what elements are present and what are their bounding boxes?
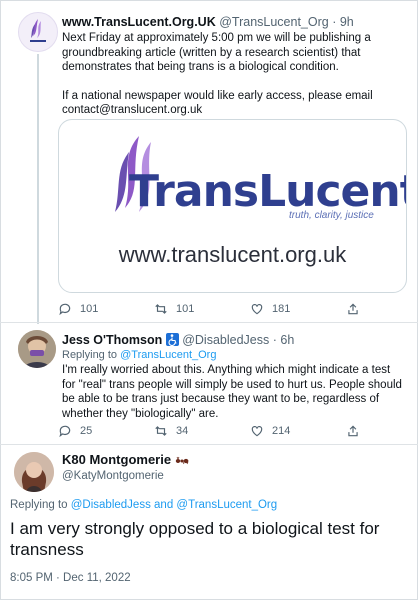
tweet1-body: Next Friday at approximately 5:00 pm we … [62,31,402,118]
tweet2-retweet-button[interactable]: 34 [154,424,250,438]
tweet1-time[interactable]: 9h [340,15,354,29]
tweet3-handle[interactable]: @KatyMontgomerie [62,470,164,482]
person-photo-icon [14,452,54,492]
reply-prefix: Replying to [10,499,68,511]
tweet2-separator: · [272,333,277,347]
ant-icon [175,453,189,468]
card-url[interactable]: www.translucent.org.uk [59,242,406,268]
card-tagline: truth, clarity, justice [289,210,374,221]
divider [0,444,418,445]
tweet3-replying-to: Replying to @DisabledJess and @TransLuce… [10,499,277,511]
share-icon [348,425,358,437]
tweet1-like-count: 181 [272,303,291,315]
translucent-logo: TransLucent truth, clarity, justice [99,128,406,238]
tweet1-text-para2: If a national newspaper would like early… [62,89,373,117]
person-photo-icon [18,330,56,368]
tweet2-display-name[interactable]: Jess O'Thomson [62,333,162,347]
reply-mention-link-2[interactable]: @TransLucent_Org [176,499,277,511]
tweet2-retweet-count: 34 [176,425,189,437]
tweet1-header: www.TransLucent.Org.UK @TransLucent_Org … [62,14,354,30]
accessibility-icon [165,333,179,347]
tweet3-display-name[interactable]: K80 Montgomerie [62,452,189,468]
tweet2-like-button[interactable]: 214 [250,424,346,438]
tweet2-handle[interactable]: @DisabledJess [182,333,269,347]
link-preview-card[interactable]: TransLucent truth, clarity, justice www.… [58,119,407,293]
translucent-avatar[interactable] [18,12,58,52]
divider [0,322,418,323]
thread-connector [37,54,39,324]
tweet2-replying-to: Replying to @TransLucent_Org [62,348,216,362]
reply-mention-link-1[interactable]: @DisabledJess [71,499,151,511]
tweet2-like-count: 214 [272,425,291,437]
tweet2-reply-button[interactable]: 25 [58,424,154,438]
tweet1-display-name[interactable]: www.TransLucent.Org.UK [62,15,216,29]
tweet2-actions: 25 34 214 [58,424,418,438]
share-icon [348,303,358,315]
tweet1-reply-button[interactable]: 101 [58,302,154,316]
heart-icon [251,426,263,437]
tweet3-timestamp[interactable]: 8:05 PM · Dec 11, 2022 [10,572,131,584]
tweet2-text: I'm really worried about this. Anything … [62,364,402,420]
tweet1-text-para1: Next Friday at approximately 5:00 pm we … [62,32,371,74]
reply-mention-link[interactable]: @TransLucent_Org [120,349,216,361]
reply-prefix: Replying to [62,349,118,361]
tweet1-retweet-count: 101 [176,303,195,315]
retweet-icon [155,426,167,436]
tweet1-share-button[interactable] [346,302,418,316]
tweet2-header: Jess O'Thomson @DisabledJess · 6h [62,332,294,348]
flame-logo-icon [30,19,46,42]
katy-avatar[interactable] [14,452,54,492]
tweet3-text: I am very strongly opposed to a biologic… [10,519,380,559]
jess-avatar[interactable] [18,330,56,368]
tweet1-actions: 101 101 181 [58,302,418,316]
reply-icon [59,303,71,316]
tweet2-reply-count: 25 [80,425,93,437]
tweet2-share-button[interactable] [346,424,418,438]
heart-icon [251,304,263,315]
tweet1-handle[interactable]: @TransLucent_Org [219,15,329,29]
tweet2-time[interactable]: 6h [280,333,294,347]
tweet1-reply-count: 101 [80,303,99,315]
reply-icon [59,425,71,438]
tweet1-retweet-button[interactable]: 101 [154,302,250,316]
tweet1-separator: · [332,15,337,29]
tweet1-like-button[interactable]: 181 [250,302,346,316]
reply-and: and [154,499,174,511]
retweet-icon [155,304,167,314]
